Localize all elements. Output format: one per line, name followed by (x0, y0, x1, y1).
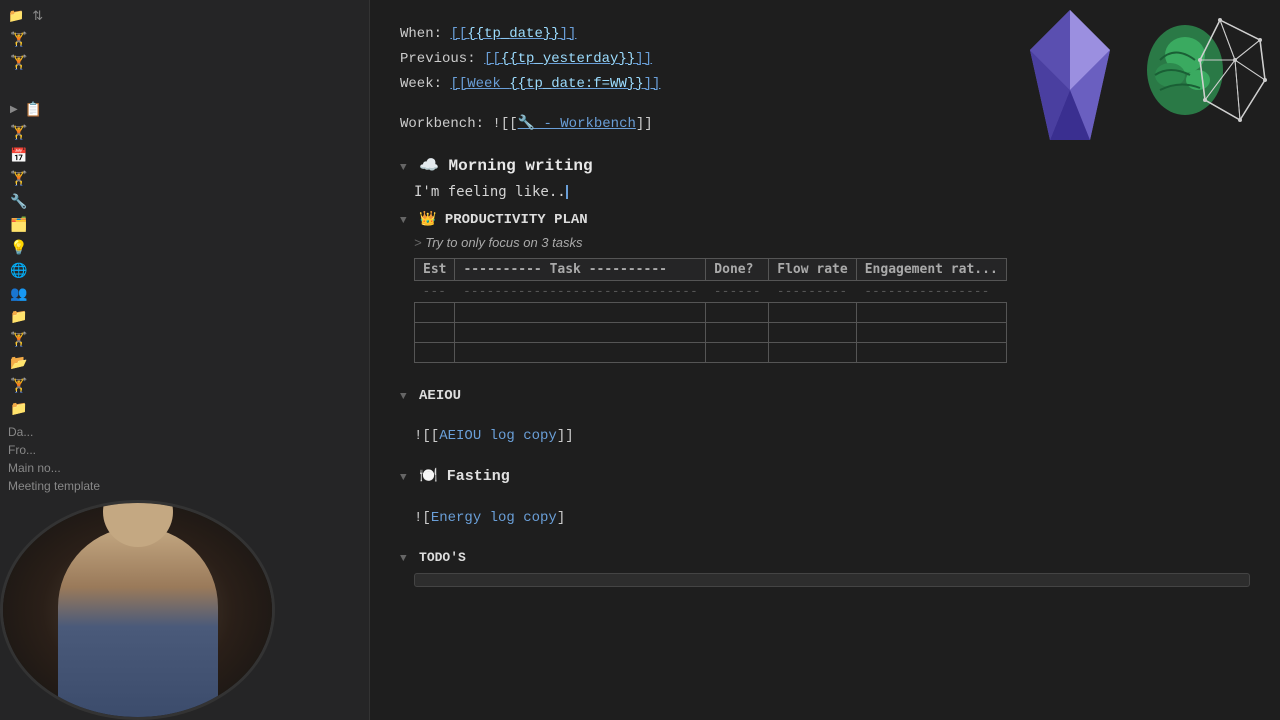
morning-writing-heading: ▼ ☁️ Morning writing (400, 154, 1250, 178)
sidebar-item-runboci[interactable]: 📂 (0, 351, 369, 374)
table-header-row: Est ---------- Task ---------- Done? Flo… (415, 259, 1007, 281)
productivity-table: Est ---------- Task ---------- Done? Flo… (414, 258, 1007, 363)
todos-heading: ▼ TODO'S (400, 548, 1250, 569)
folder-icon: 📁 (8, 8, 24, 24)
when-line: When: [[{{tp_date}}]] (400, 24, 1250, 45)
projects-icon: 🗂️ (10, 216, 27, 233)
table-sep-row: ----------------------------------------… (415, 281, 1007, 303)
files-icon: 📁 (10, 308, 27, 325)
table-row (415, 303, 1007, 323)
tp-yesterday-link[interactable]: [[{{tp_yesterday}}]] (484, 51, 652, 67)
sidebar-bottom-main-notes[interactable]: Main no... (0, 459, 369, 477)
systematic-mastery-icon: 🏋️ (10, 170, 27, 187)
people-icon: 👥 (10, 285, 27, 302)
person-head (103, 503, 173, 547)
misc-icon: 📁 (10, 400, 27, 417)
runboci-icon: 📂 (10, 354, 27, 371)
table-header-engagement: Engagement rat... (856, 259, 1006, 281)
sidebar-item-planning[interactable]: 📅 (0, 144, 369, 167)
sidebar-item-log[interactable]: 🏋️ (0, 374, 369, 397)
webcam-face (3, 503, 272, 717)
productivity-label: 👑 PRODUCTIVITY PLAN (419, 212, 588, 228)
planning-icon: 📅 (10, 147, 27, 164)
sidebar-item-inbox[interactable]: ▶ 📋 (0, 98, 369, 121)
tp-date-link[interactable]: [[{{tp_date}}]] (450, 26, 576, 42)
sidebar-item-files[interactable]: 📁 (0, 305, 369, 328)
fasting-heading: ▼ 🍽️ Fasting (400, 466, 1250, 489)
todos-code-block (414, 573, 1250, 587)
training-records-icon: 🏋️ (10, 31, 27, 48)
sidebar-item-workbench[interactable]: 🔧 (0, 190, 369, 213)
sidebar-bottom-items: Da... Fro... Main no... Meeting template (0, 423, 369, 495)
sidebar-item-resources[interactable]: 💡 (0, 236, 369, 259)
sidebar-item-wiki[interactable]: 🌐 (0, 259, 369, 282)
sidebar-item-misc[interactable]: 📁 (0, 397, 369, 420)
collapse-aeiou-arrow[interactable]: ▼ (400, 391, 407, 403)
sidebar-item-training-records[interactable]: 🏋️ (0, 28, 369, 51)
week-link[interactable]: [[Week {{tp_date:f=WW}}]] (450, 76, 660, 92)
sidebar-toolbar: 📁 ⇅ (0, 4, 369, 28)
sidebar-item-financial-freedom[interactable]: 🏋️ (0, 121, 369, 144)
sidebar-bottom-meeting[interactable]: Meeting template (0, 477, 369, 495)
productivity-note: Try to only focus on 3 tasks (414, 235, 1250, 250)
sidebar-item-people[interactable]: 👥 (0, 282, 369, 305)
table-header-task: ---------- Task ---------- (455, 259, 706, 281)
collapse-todos-arrow[interactable]: ▼ (400, 553, 407, 565)
sidebar: 📁 ⇅ 🏋️ 🏋️ ▶ 📋 🏋️ 📅 🏋️ 🔧 (0, 0, 370, 720)
sidebar-item-reading[interactable]: 🏋️ (0, 328, 369, 351)
table-row (415, 343, 1007, 363)
collapse-morning-arrow[interactable]: ▼ (400, 162, 407, 174)
webcam-overlay (0, 500, 275, 720)
sidebar-bottom-da[interactable]: Da... (0, 423, 369, 441)
aeiou-label: AEIOU (419, 388, 461, 404)
main-content: When: [[{{tp_date}}]] Previous: [[{{tp_y… (370, 0, 1280, 720)
aeiou-heading: ▼ AEIOU (400, 386, 1250, 407)
workbench-line: Workbench: ![[🔧 - Workbench]] (400, 114, 1250, 135)
person-silhouette (58, 527, 218, 717)
log-icon: 🏋️ (10, 377, 27, 394)
sidebar-item-systematic-mastery[interactable]: 🏋️ (0, 167, 369, 190)
workbench-link[interactable]: 🔧 - Workbench (518, 116, 636, 132)
energy-log-link[interactable]: Energy log copy (431, 510, 557, 526)
text-cursor (566, 185, 568, 199)
productivity-plan-heading: ▼ 👑 PRODUCTIVITY PLAN (400, 210, 1250, 231)
wiki-icon: 🌐 (10, 262, 27, 279)
previous-line: Previous: [[{{tp_yesterday}}]] (400, 49, 1250, 70)
fasting-link-line: ![Energy log copy] (400, 508, 1250, 529)
aeiou-link-line: ![[AEIOU log copy]] (400, 426, 1250, 447)
sidebar-item-training-inspiration[interactable]: 🏋️ (0, 51, 369, 74)
fasting-label: 🍽️ Fasting (419, 468, 510, 485)
resources-icon: 💡 (10, 239, 27, 256)
morning-writing-label: ☁️ Morning writing (419, 157, 593, 175)
chevron-icon: ▶ (10, 104, 18, 115)
table-header-flow: Flow rate (769, 259, 856, 281)
financial-icon: 🏋️ (10, 124, 27, 141)
table-row (415, 323, 1007, 343)
table-header-done: Done? (706, 259, 769, 281)
sidebar-bottom-from[interactable]: Fro... (0, 441, 369, 459)
reading-icon: 🏋️ (10, 331, 27, 348)
sidebar-item-projects[interactable]: 🗂️ (0, 213, 369, 236)
morning-writing-text[interactable]: I'm feeling like.. (414, 184, 1250, 200)
right-overlay (880, 0, 1280, 300)
aeiou-log-link[interactable]: AEIOU log copy (439, 428, 557, 444)
collapse-fasting-arrow[interactable]: ▼ (400, 472, 407, 484)
training-inspiration-icon: 🏋️ (10, 54, 27, 71)
inbox-icon: 📋 (25, 101, 42, 118)
todos-label: TODO'S (419, 550, 466, 565)
week-line: Week: [[Week {{tp_date:f=WW}}]] (400, 74, 1250, 95)
sort-icon: ⇅ (32, 8, 43, 24)
table-header-est: Est (415, 259, 455, 281)
workbench-icon: 🔧 (10, 193, 27, 210)
collapse-productivity-arrow[interactable]: ▼ (400, 215, 407, 227)
